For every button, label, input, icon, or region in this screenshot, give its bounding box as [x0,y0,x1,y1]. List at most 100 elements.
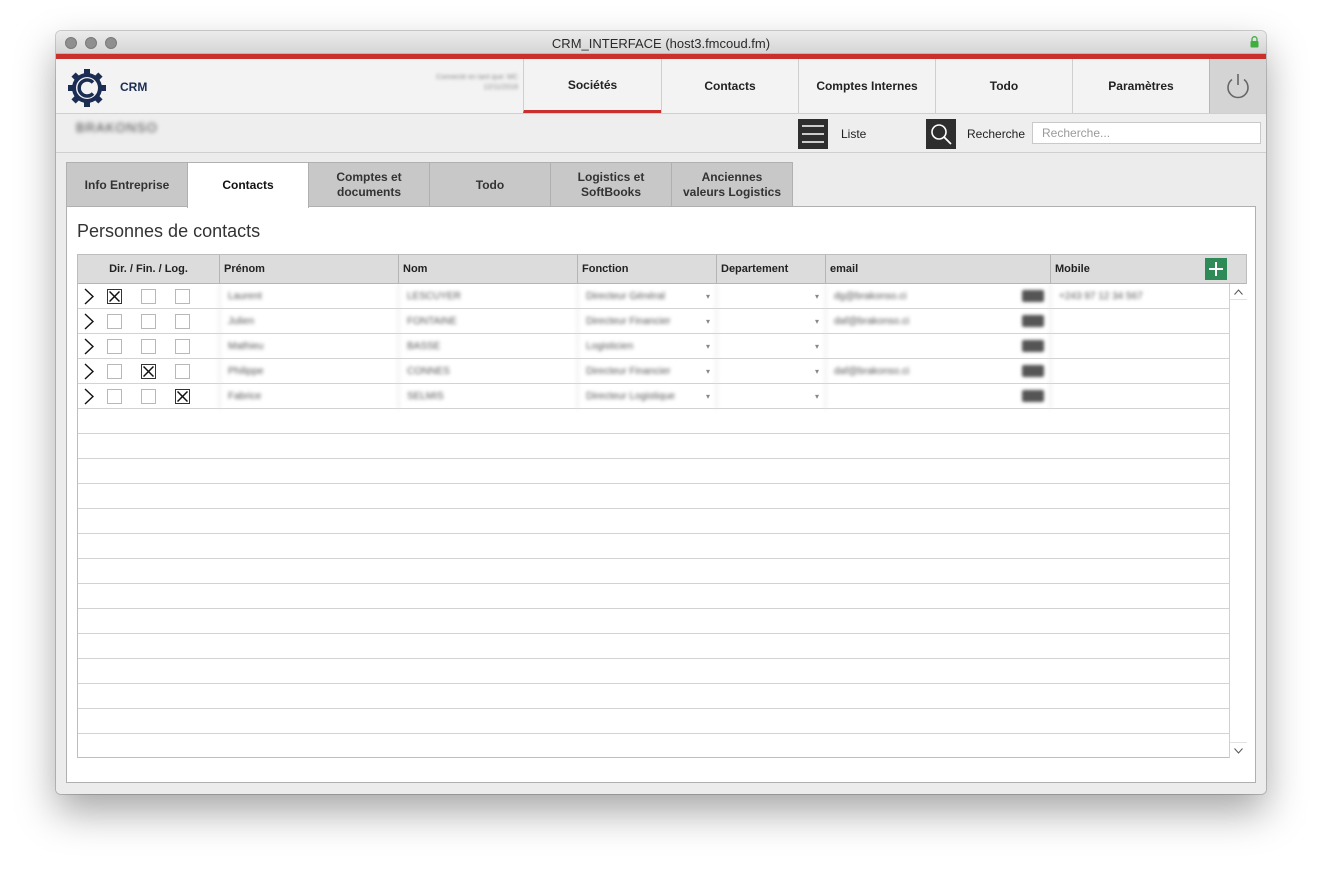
cell-nom[interactable]: SELMIS [398,384,578,409]
send-email-icon[interactable] [1022,390,1044,402]
table-row: Laurent LESCUYER Directeur Général ▾ ▾ dg@bra… [78,284,1229,309]
cell-mobile[interactable] [1050,334,1229,359]
dropdown-arrow-icon[interactable]: ▾ [706,367,710,376]
send-email-icon[interactable] [1022,315,1044,327]
table-scrollbar[interactable] [1229,284,1247,758]
cell-departement[interactable] [716,309,825,334]
search-label: Recherche [967,127,1026,141]
tab-comptes-documents[interactable]: Comptes et documents [308,162,430,207]
cell-mobile[interactable] [1050,359,1229,384]
chevron-right-icon[interactable] [84,388,94,405]
nav-tab-contacts[interactable]: Contacts [661,59,798,113]
dropdown-arrow-icon[interactable]: ▾ [815,292,819,301]
send-email-icon[interactable] [1022,340,1044,352]
tab-contacts[interactable]: Contacts [187,162,309,208]
checkbox-log[interactable] [175,364,190,379]
search-input[interactable] [1032,122,1261,144]
cell-departement[interactable] [716,284,825,309]
dropdown-arrow-icon[interactable]: ▾ [815,367,819,376]
column-header-prenom: Prénom [219,255,399,284]
empty-row [78,534,1229,559]
cell-prenom[interactable]: Julien [219,309,399,334]
tab-info-entreprise[interactable]: Info Entreprise [66,162,188,207]
cell-departement[interactable] [716,334,825,359]
checkbox-log[interactable] [175,389,190,404]
column-header-email: email [825,255,1050,284]
search-button[interactable] [926,119,956,149]
scroll-up-button[interactable] [1230,284,1247,300]
nav-tab-parametres[interactable]: Paramètres [1072,59,1209,113]
empty-row [78,409,1229,434]
chevron-right-icon[interactable] [84,338,94,355]
checkbox-dir[interactable] [107,389,122,404]
chevron-right-icon[interactable] [84,363,94,380]
tab-anciennes-valeurs[interactable]: Anciennes valeurs Logistics [671,162,793,207]
checkbox-fin[interactable] [141,289,156,304]
nav-tab-comptes-internes[interactable]: Comptes Internes [798,59,935,113]
checkbox-dir[interactable] [107,314,122,329]
main-content: Info Entreprise Contacts Comptes et docu… [56,153,1266,794]
table-row: Philippe CONNES Directeur Financier ▾ ▾ daf@b… [78,359,1229,384]
cell-nom[interactable]: FONTAINE [398,309,578,334]
nav-tab-todo[interactable]: Todo [935,59,1072,113]
cell-email[interactable] [825,384,1050,409]
checkbox-fin[interactable] [141,314,156,329]
plus-icon [1209,262,1223,276]
cell-fonction[interactable]: Directeur Financier [577,359,716,384]
checkbox-log[interactable] [175,339,190,354]
send-email-icon[interactable] [1022,365,1044,377]
cell-prenom[interactable]: Fabrice [219,384,399,409]
cell-email[interactable] [825,334,1050,359]
dropdown-arrow-icon[interactable]: ▾ [815,317,819,326]
tab-logistics-softbooks[interactable]: Logistics et SoftBooks [550,162,672,207]
column-header-flags: Dir. / Fin. / Log. [109,263,188,275]
empty-row [78,509,1229,534]
cell-email[interactable]: daf@brakonso.ci [825,309,1050,334]
cell-prenom[interactable]: Laurent [219,284,399,309]
chevron-right-icon[interactable] [84,288,94,305]
tab-todo[interactable]: Todo [429,162,551,207]
cell-fonction[interactable]: Directeur Logistique [577,384,716,409]
menu-icon [802,125,824,143]
list-button[interactable] [798,119,828,149]
checkbox-dir[interactable] [107,289,122,304]
checkbox-log[interactable] [175,289,190,304]
cell-nom[interactable]: LESCUYER [398,284,578,309]
user-info: Connecté en tant que: MC 12/11/2018 [436,74,518,91]
cell-fonction[interactable]: Directeur Général [577,284,716,309]
cell-departement[interactable] [716,359,825,384]
cell-nom[interactable]: BASSE [398,334,578,359]
add-contact-button[interactable] [1205,258,1227,280]
cell-fonction[interactable]: Directeur Financier [577,309,716,334]
dropdown-arrow-icon[interactable]: ▾ [706,342,710,351]
cell-email[interactable]: dg@brakonso.ci [825,284,1050,309]
cell-mobile[interactable]: +243 97 12 34 567 [1050,284,1229,309]
checkbox-dir[interactable] [107,364,122,379]
cell-email[interactable]: daf@brakonso.ci [825,359,1050,384]
checkbox-fin[interactable] [141,389,156,404]
nav-tab-societes[interactable]: Sociétés [523,59,661,113]
cell-fonction[interactable]: Logisticien [577,334,716,359]
empty-row [78,709,1229,734]
chevron-right-icon[interactable] [84,313,94,330]
checkbox-log[interactable] [175,314,190,329]
cell-mobile[interactable] [1050,309,1229,334]
scroll-down-button[interactable] [1230,742,1247,758]
cell-departement[interactable] [716,384,825,409]
dropdown-arrow-icon[interactable]: ▾ [706,292,710,301]
dropdown-arrow-icon[interactable]: ▾ [815,342,819,351]
empty-row [78,484,1229,509]
checkbox-fin[interactable] [141,339,156,354]
list-label[interactable]: Liste [841,127,866,141]
dropdown-arrow-icon[interactable]: ▾ [706,317,710,326]
cell-nom[interactable]: CONNES [398,359,578,384]
power-button[interactable] [1209,59,1266,113]
checkbox-dir[interactable] [107,339,122,354]
send-email-icon[interactable] [1022,290,1044,302]
dropdown-arrow-icon[interactable]: ▾ [815,392,819,401]
cell-mobile[interactable] [1050,384,1229,409]
cell-prenom[interactable]: Philippe [219,359,399,384]
checkbox-fin[interactable] [141,364,156,379]
cell-prenom[interactable]: Mathieu [219,334,399,359]
dropdown-arrow-icon[interactable]: ▾ [706,392,710,401]
